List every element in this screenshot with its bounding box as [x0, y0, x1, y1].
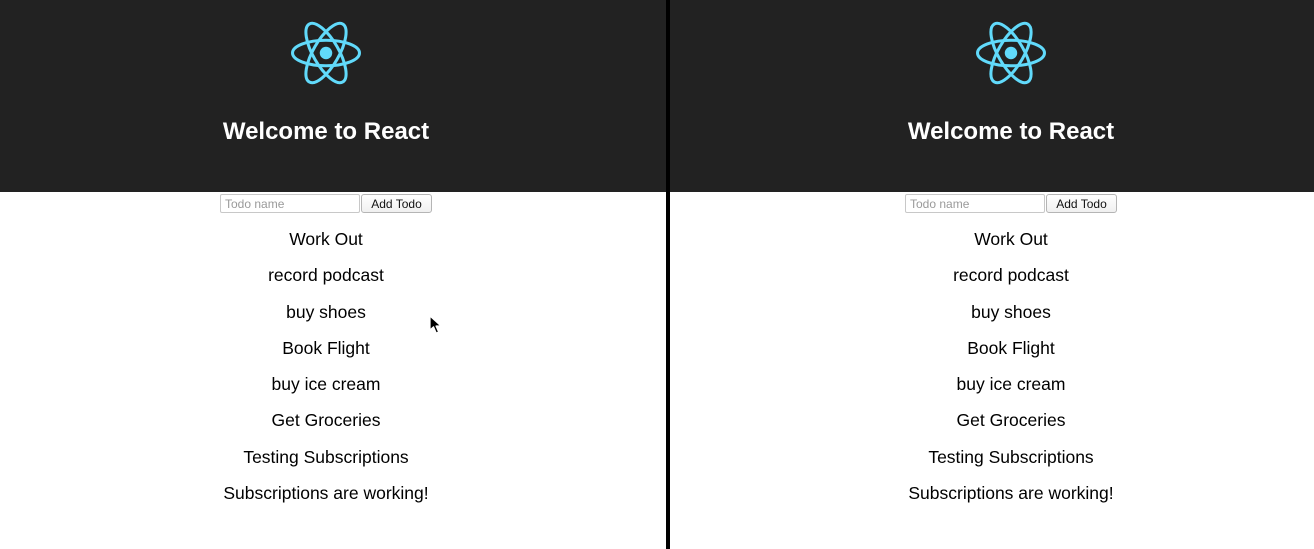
todo-list: Work Out record podcast buy shoes Book F…	[861, 226, 1161, 516]
todo-list: Work Out record podcast buy shoes Book F…	[176, 226, 476, 516]
add-todo-form: Add Todo	[905, 194, 1117, 213]
todo-item: Work Out	[974, 229, 1048, 249]
todo-item: buy ice cream	[271, 374, 381, 395]
todo-item: record podcast	[268, 265, 384, 286]
page-title: Welcome to React	[907, 118, 1115, 145]
todo-item: Subscriptions are working!	[223, 483, 429, 504]
app-header: Welcome to React	[0, 0, 666, 192]
react-atom-icon	[976, 21, 1046, 85]
todo-item: buy ice cream	[956, 374, 1066, 395]
app-header: Welcome to React	[670, 0, 1314, 192]
right-app-window: Welcome to React Add Todo Work Out recor…	[670, 0, 1314, 549]
todo-item: Work Out	[289, 229, 363, 249]
react-atom-icon	[291, 21, 361, 85]
todo-item: Book Flight	[967, 337, 1055, 358]
todo-item: buy shoes	[971, 301, 1051, 322]
todo-item: record podcast	[953, 265, 1069, 286]
todo-item: Testing Subscriptions	[928, 446, 1094, 467]
todo-name-input[interactable]	[220, 194, 360, 213]
todo-name-input[interactable]	[905, 194, 1045, 213]
add-todo-button[interactable]: Add Todo	[361, 194, 432, 213]
todo-item: Subscriptions are working!	[908, 483, 1114, 504]
add-todo-button[interactable]: Add Todo	[1046, 194, 1117, 213]
mouse-pointer-icon	[429, 315, 442, 334]
page-title: Welcome to React	[222, 118, 430, 145]
split-screen: Welcome to React Add Todo Work Out recor…	[0, 0, 1314, 549]
left-app-window: Welcome to React Add Todo Work Out recor…	[0, 0, 666, 549]
todo-item: Get Groceries	[956, 410, 1066, 431]
todo-item: Get Groceries	[271, 410, 381, 431]
todo-item: Testing Subscriptions	[243, 446, 409, 467]
add-todo-form: Add Todo	[220, 194, 432, 213]
todo-item: Book Flight	[282, 337, 370, 358]
